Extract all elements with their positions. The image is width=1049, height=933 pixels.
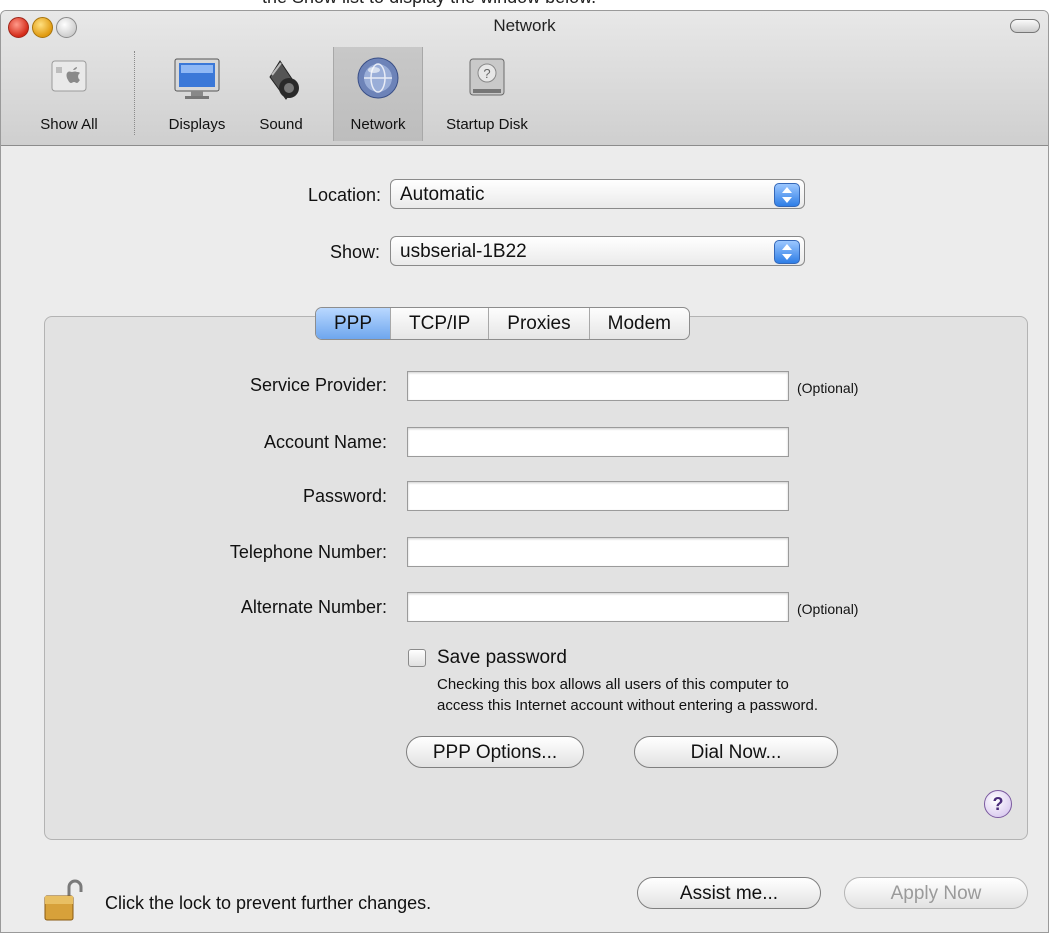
display-monitor-icon (172, 55, 222, 101)
hard-disk-icon: ? (462, 55, 512, 101)
show-label: Show: (329, 242, 380, 262)
account-name-field[interactable] (407, 427, 789, 457)
location-popup[interactable]: Automatic (390, 179, 805, 209)
tab-proxies[interactable]: Proxies (488, 308, 588, 339)
popup-arrows-icon (774, 240, 800, 264)
network-globe-icon (353, 55, 403, 101)
alternate-number-label: Alternate Number: (240, 597, 387, 617)
telephone-number-label: Telephone Number: (229, 542, 387, 562)
dial-now-button[interactable]: Dial Now... (634, 736, 838, 768)
service-provider-label: Service Provider: (249, 375, 387, 395)
toolbar-toggle-button[interactable] (1010, 19, 1040, 33)
password-field[interactable] (407, 481, 789, 511)
account-name-label: Account Name: (263, 432, 387, 452)
toolbar-label-startup-disk: Startup Disk (446, 116, 528, 133)
alternate-number-optional-note: (Optional) (797, 601, 859, 617)
show-value: usbserial-1B22 (400, 241, 527, 262)
service-provider-field[interactable] (407, 371, 789, 401)
ppp-options-button[interactable]: PPP Options... (406, 736, 584, 768)
save-password-hint: Checking this box allows all users of th… (437, 674, 997, 716)
lock-message: Click the lock to prevent further change… (105, 893, 432, 913)
toolbar-item-startup-disk[interactable]: ? Startup Disk (427, 47, 547, 141)
telephone-number-field[interactable] (407, 537, 789, 567)
save-password-checkbox[interactable] (408, 649, 426, 667)
toolbar-item-network[interactable]: Network (333, 47, 423, 141)
settings-tabs: PPP TCP/IP Proxies Modem (315, 307, 690, 340)
toolbar-item-displays[interactable]: Displays (151, 47, 243, 141)
svg-text:?: ? (483, 66, 490, 81)
window-title: Network (493, 16, 556, 35)
assist-me-button[interactable]: Assist me... (637, 877, 821, 909)
unlocked-padlock-icon[interactable] (41, 878, 89, 922)
tab-ppp[interactable]: PPP (316, 308, 391, 339)
toolbar-label-network: Network (350, 116, 406, 133)
apple-show-all-icon (44, 55, 94, 101)
apply-now-button[interactable]: Apply Now (844, 877, 1028, 909)
help-button[interactable]: ? (984, 790, 1012, 818)
service-provider-optional-note: (Optional) (797, 380, 859, 396)
toolbar-label-sound: Sound (259, 116, 303, 133)
document-caption: the Show list to display the window belo… (262, 0, 596, 8)
toolbar-label-displays: Displays (168, 116, 226, 133)
save-password-hint-line-2: access this Internet account without ent… (437, 697, 819, 714)
location-label: Location: (307, 185, 381, 205)
speaker-icon (256, 55, 306, 101)
document-caption-strip: the Show list to display the window belo… (0, 0, 1049, 10)
toolbar-item-show-all[interactable]: Show All (9, 47, 129, 141)
tab-tcp-ip[interactable]: TCP/IP (390, 308, 488, 339)
toolbar-item-sound[interactable]: Sound (243, 47, 319, 141)
window-titlebar: Network Show All Displays Sound Network … (1, 11, 1048, 146)
toolbar-label-show-all: Show All (40, 116, 98, 133)
show-popup[interactable]: usbserial-1B22 (390, 236, 805, 266)
save-password-hint-line-1: Checking this box allows all users of th… (437, 676, 789, 693)
toolbar-separator (134, 51, 135, 135)
popup-arrows-icon (774, 183, 800, 207)
network-preferences-window: Network Show All Displays Sound Network … (0, 10, 1049, 933)
tab-modem[interactable]: Modem (588, 308, 689, 339)
save-password-label[interactable]: Save password (437, 647, 567, 669)
password-label: Password: (302, 486, 387, 506)
alternate-number-field[interactable] (407, 592, 789, 622)
location-value: Automatic (400, 184, 485, 205)
